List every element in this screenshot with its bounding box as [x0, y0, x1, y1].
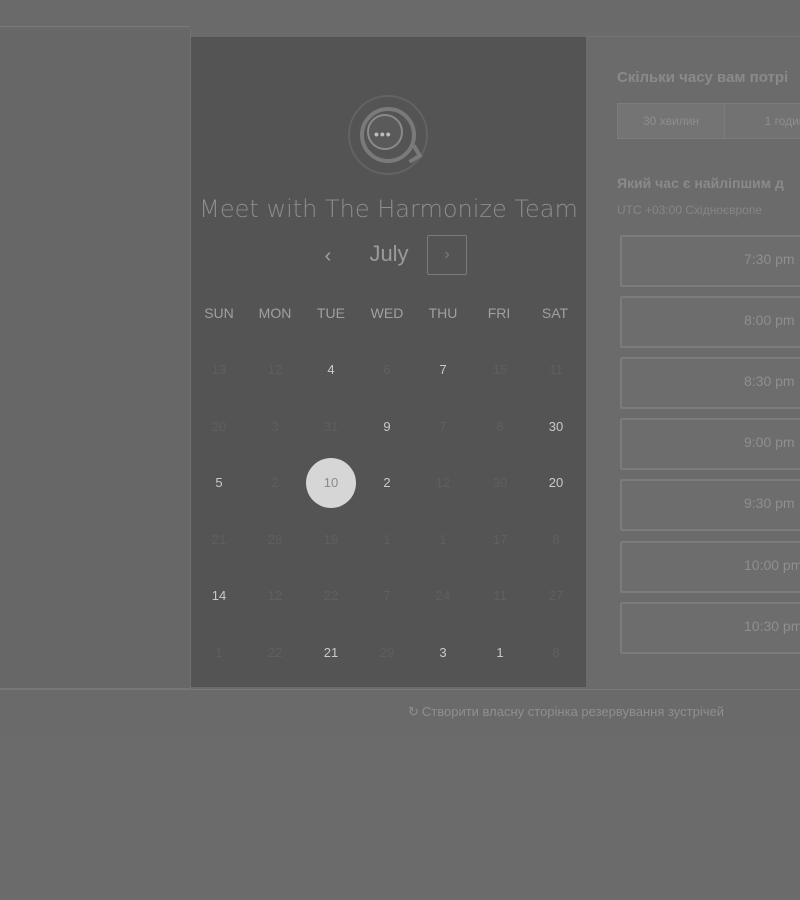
- calendar-day: 24: [435, 588, 451, 603]
- calendar-day: 12: [267, 362, 283, 377]
- calendar-day: 11: [493, 588, 507, 603]
- calendar-title: Meet with The Harmonize Team: [199, 195, 578, 223]
- duration-question: Скільки часу вам потрі: [617, 69, 789, 86]
- weekday-label: SUN: [204, 305, 234, 321]
- time-slot-button[interactable]: 7:30 pm: [620, 235, 800, 287]
- create-booking-page-link[interactable]: ↻ Створити власну сторінка резервування з…: [408, 704, 724, 720]
- calendar-day: 29: [379, 645, 395, 660]
- calendar-day: 12: [435, 475, 451, 490]
- calendar-day: 22: [267, 645, 283, 660]
- calendar-day: 6: [383, 362, 391, 377]
- time-slot-label: 9:30 pm: [744, 495, 795, 511]
- calendar-day: 22: [323, 588, 339, 603]
- calendar-day: 12: [267, 588, 283, 603]
- calendar-day: 15: [492, 362, 508, 377]
- time-slot-label: 10:00 pm: [744, 557, 800, 573]
- calendar-day: 28: [267, 532, 283, 547]
- divider: [0, 26, 190, 27]
- page: ••• Meet with The Harmonize Team ‹ July …: [0, 0, 800, 900]
- chevron-right-icon[interactable]: ›: [427, 235, 467, 275]
- footer: ↻ Створити власну сторінка резервування з…: [190, 689, 800, 738]
- month-label: July: [369, 241, 409, 266]
- top-bar: [0, 0, 800, 37]
- duration-selector: 30 хвилин 1 годин: [617, 103, 800, 139]
- calendar-day[interactable]: 14: [194, 571, 244, 621]
- calendar-day[interactable]: 7: [418, 345, 468, 395]
- calendar-day: 7: [439, 419, 447, 434]
- weekday-label: THU: [428, 305, 458, 321]
- calendar-day: 1: [439, 532, 447, 547]
- time-slot-label: 10:30 pm: [744, 618, 800, 634]
- time-slot-button[interactable]: 10:00 pm: [620, 541, 800, 593]
- time-question: Який час є найліпшим д: [617, 175, 784, 191]
- time-slot-label: 9:00 pm: [744, 434, 795, 450]
- calendar-day: 20: [211, 419, 227, 434]
- calendar-day: 8: [552, 532, 560, 547]
- weekday-header: SUN MON TUE WED THU FRI SAT: [191, 305, 586, 325]
- calendar-day: 31: [323, 419, 339, 434]
- calendar-day: 2: [271, 475, 279, 490]
- calendar-day[interactable]: 2: [362, 458, 412, 508]
- refresh-icon: ↻: [408, 704, 419, 719]
- left-footer: [0, 690, 190, 736]
- calendar-day: 1: [215, 645, 223, 660]
- weekday-label: TUE: [317, 305, 345, 321]
- calendar-day: 7: [383, 588, 391, 603]
- calendar-day: 3: [271, 419, 279, 434]
- calendar-day[interactable]: 5: [194, 458, 244, 508]
- calendar-day: 17: [492, 532, 508, 547]
- weekday-label: FRI: [487, 305, 511, 321]
- calendar-day: 8: [496, 419, 504, 434]
- calendar-day: 1: [383, 532, 391, 547]
- overlay-backdrop: [0, 737, 800, 900]
- time-slot-label: 8:30 pm: [744, 373, 795, 389]
- weekday-label: MON: [258, 305, 292, 321]
- weekday-label: SAT: [541, 305, 569, 321]
- calendar-day[interactable]: 20: [531, 458, 581, 508]
- calendar-day-selected[interactable]: 10: [306, 458, 356, 508]
- calendar-day: 30: [492, 475, 508, 490]
- time-slot-button[interactable]: 8:00 pm: [620, 296, 800, 348]
- duration-option[interactable]: 30 хвилин: [618, 104, 725, 138]
- weekday-label: WED: [370, 305, 404, 321]
- month-navigation: ‹ July ›: [191, 235, 586, 279]
- footer-link-text: Створити власну сторінка резервування зу…: [421, 704, 724, 719]
- calendar-day[interactable]: 9: [362, 402, 412, 452]
- booking-panel: Скільки часу вам потрі 30 хвилин 1 годин…: [586, 37, 800, 687]
- calendar-panel: ••• Meet with The Harmonize Team ‹ July …: [191, 37, 586, 687]
- calendar-day[interactable]: 21: [306, 628, 356, 678]
- calendar-day[interactable]: 30: [531, 402, 581, 452]
- calendar-day: 27: [548, 588, 564, 603]
- time-slot-button[interactable]: 10:30 pm: [620, 602, 800, 654]
- calendar-day: 21: [211, 532, 227, 547]
- time-slot-button[interactable]: 9:30 pm: [620, 479, 800, 531]
- calendar-day: 19: [323, 532, 339, 547]
- calendar-day[interactable]: 1: [475, 628, 525, 678]
- calendar-day[interactable]: 4: [306, 345, 356, 395]
- duration-option[interactable]: 1 годин: [725, 104, 800, 138]
- left-panel: [0, 30, 191, 690]
- calendar-day: 11: [549, 362, 563, 377]
- chevron-left-icon[interactable]: ‹: [317, 243, 339, 269]
- time-slot-label: 7:30 pm: [744, 251, 795, 267]
- team-logo: •••: [348, 95, 428, 175]
- time-slot-label: 8:00 pm: [744, 312, 795, 328]
- timezone-label: UTC +03:00 Східноєвропе: [617, 203, 763, 217]
- time-slot-button[interactable]: 8:30 pm: [620, 357, 800, 409]
- time-slot-button[interactable]: 9:00 pm: [620, 418, 800, 470]
- calendar-day: 13: [211, 362, 227, 377]
- ellipsis-icon: •••: [374, 126, 392, 142]
- calendar-day[interactable]: 3: [418, 628, 468, 678]
- calendar-day: 8: [552, 645, 560, 660]
